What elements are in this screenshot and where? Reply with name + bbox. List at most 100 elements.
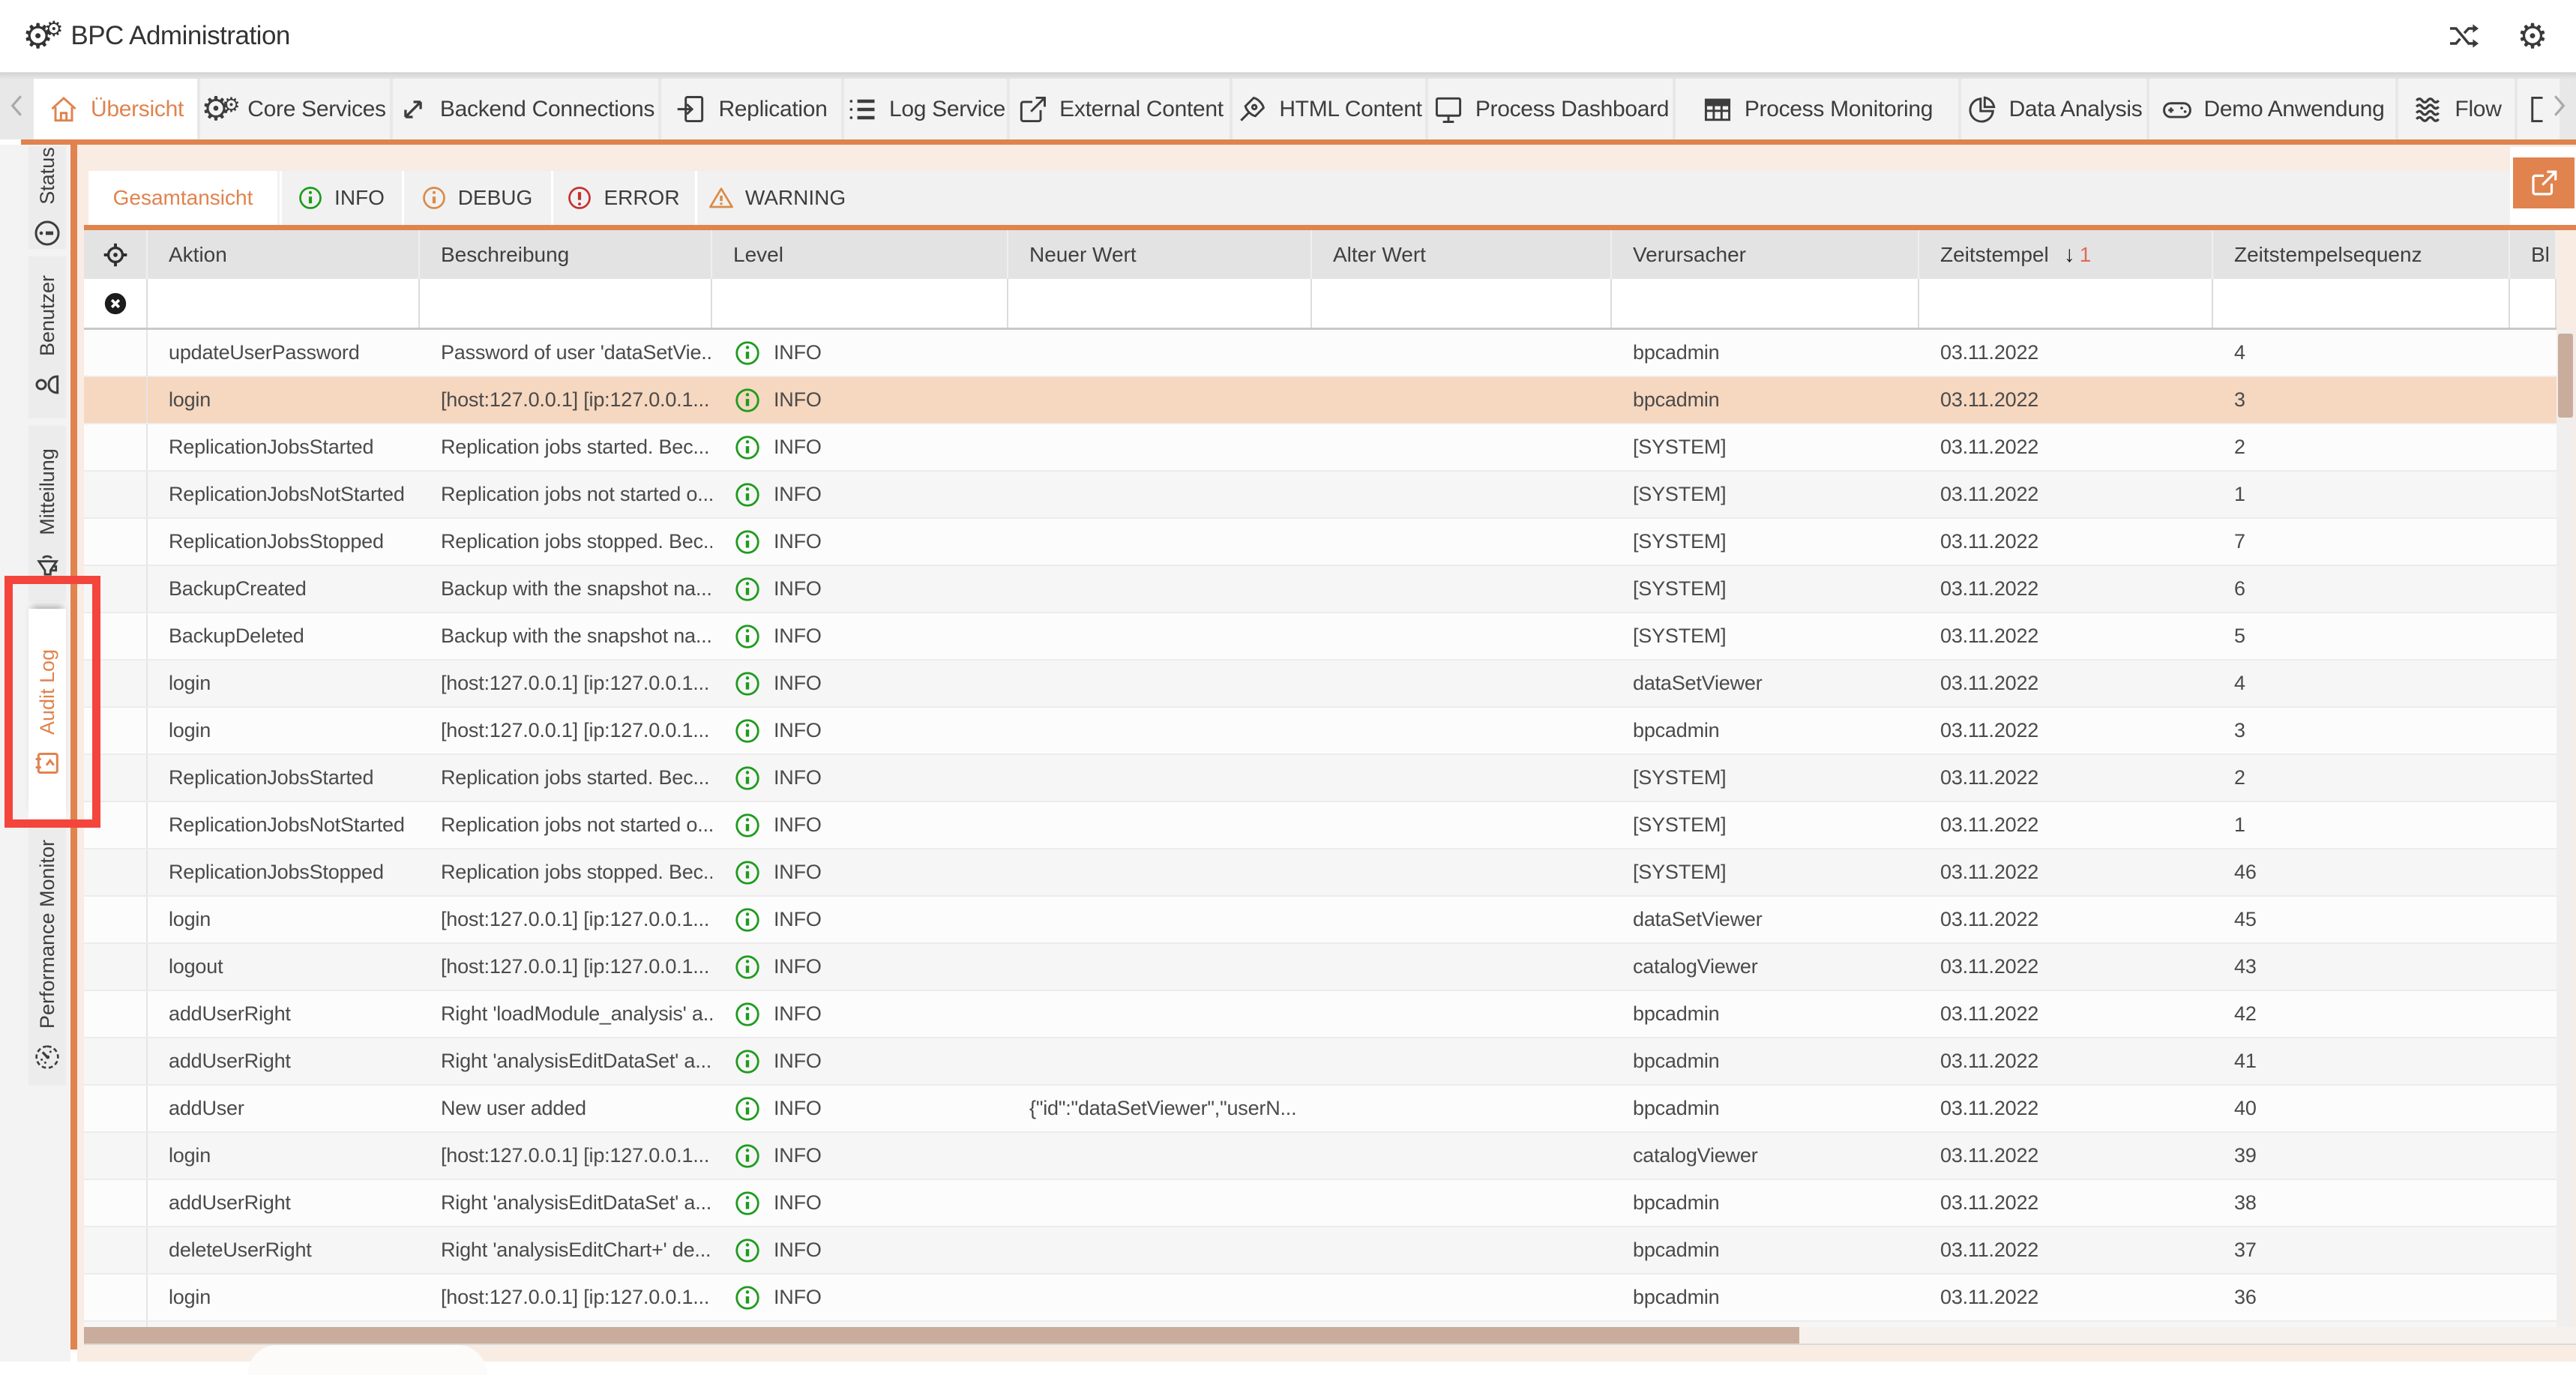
cell-neuer-wert xyxy=(1008,661,1312,706)
nav-tab-process-dashboard[interactable]: Process Dashboard xyxy=(1428,79,1673,139)
column-header-beschreibung[interactable]: Beschreibung xyxy=(420,230,712,279)
level-label: INFO xyxy=(774,1097,822,1120)
table-row[interactable]: ReplicationJobsStartedReplication jobs s… xyxy=(84,755,2557,802)
table-row[interactable]: BackupCreatedBackup with the snapshot na… xyxy=(84,566,2557,613)
log-filter-tab-info[interactable]: INFO xyxy=(280,171,400,225)
filter-cell-aktion[interactable] xyxy=(148,279,420,328)
table-row[interactable]: BackupDeletedBackup with the snapshot na… xyxy=(84,613,2557,661)
nav-tab-backend-connections[interactable]: Backend Connections xyxy=(393,79,658,139)
column-header-bl[interactable]: Bl xyxy=(2510,230,2557,279)
sidebar-item-performance-monitor[interactable]: Performance Monitor xyxy=(28,826,66,1086)
table-row[interactable]: login[host:127.0.0.1] [ip:127.0.0.1...IN… xyxy=(84,708,2557,755)
nav-scroll-right-chevron-icon[interactable] xyxy=(2545,72,2573,139)
level-label: INFO xyxy=(774,436,822,459)
cell-zeitstempelsequenz: 45 xyxy=(2213,897,2510,942)
table-row[interactable]: login[host:127.0.0.1] [ip:127.0.0.1...IN… xyxy=(84,1275,2557,1322)
nav-tab-replication[interactable]: Replication xyxy=(661,79,841,139)
column-header-select[interactable] xyxy=(84,230,148,279)
cell-verursacher: bpcadmin xyxy=(1612,1227,1919,1273)
nav-tab-label: Flow xyxy=(2455,97,2501,122)
filter-cell-select[interactable] xyxy=(84,279,148,328)
column-header-sequenz[interactable]: Zeitstempelsequenz xyxy=(2213,230,2510,279)
horizontal-scrollbar-thumb[interactable] xyxy=(84,1327,1799,1344)
table-row[interactable]: addUserRightRight 'loadModule_analysis' … xyxy=(84,991,2557,1038)
cell-verursacher: bpcadmin xyxy=(1612,1086,1919,1131)
cell-aktion: login xyxy=(148,661,420,706)
cell-level: INFO xyxy=(712,708,1008,753)
table-row[interactable]: ReplicationJobsStartedReplication jobs s… xyxy=(84,424,2557,472)
table-row[interactable]: login[host:127.0.0.1] [ip:127.0.0.1...IN… xyxy=(84,1133,2557,1180)
table-row[interactable]: login[host:127.0.0.1] [ip:127.0.0.1...ER… xyxy=(84,1322,2557,1327)
sidebar-item-audit-log[interactable]: Audit Log xyxy=(28,609,66,819)
cell-verursacher: dataSetViewer xyxy=(1612,661,1919,706)
nav-tab-core-services[interactable]: ⚙⚙Core Services xyxy=(200,79,390,139)
cell-aktion: BackupCreated xyxy=(148,566,420,612)
nav-tab-demo-anwendung[interactable]: Demo Anwendung xyxy=(2149,79,2395,139)
column-header-neuer_wert[interactable]: Neuer Wert xyxy=(1008,230,1312,279)
vertical-scrollbar[interactable] xyxy=(2557,330,2575,1327)
table-row[interactable]: addUserNew user addedINFO{"id":"dataSetV… xyxy=(84,1086,2557,1133)
vertical-scrollbar-thumb[interactable] xyxy=(2558,334,2573,418)
nav-tab-data-analysis[interactable]: Data Analysis xyxy=(1961,79,2146,139)
table-row[interactable]: login[host:127.0.0.1] [ip:127.0.0.1...IN… xyxy=(84,897,2557,944)
table-row[interactable]: logout[host:127.0.0.1] [ip:127.0.0.1...I… xyxy=(84,944,2557,991)
filter-cell-sequenz[interactable] xyxy=(2213,279,2510,328)
horizontal-scrollbar[interactable] xyxy=(84,1327,2576,1345)
clear-filter-icon[interactable] xyxy=(103,291,128,316)
filter-cell-zeitstempel[interactable] xyxy=(1919,279,2213,328)
sidebar-item-mitteilung[interactable]: Mitteilung xyxy=(28,426,66,601)
column-header-level[interactable]: Level xyxy=(712,230,1008,279)
table-row[interactable]: ReplicationJobsNotStartedReplication job… xyxy=(84,472,2557,519)
filter-cell-neuer_wert[interactable] xyxy=(1008,279,1312,328)
filter-cell-alter_wert[interactable] xyxy=(1312,279,1612,328)
table-row[interactable]: login[host:127.0.0.1] [ip:127.0.0.1...IN… xyxy=(84,661,2557,708)
cell-zeitstempelsequenz: 39 xyxy=(2213,1133,2510,1179)
table-row[interactable]: login[host:127.0.0.1] [ip:127.0.0.1...IN… xyxy=(84,377,2557,424)
megaphone-icon xyxy=(32,549,62,579)
cell-zeitstempelsequenz: 2 xyxy=(2213,755,2510,801)
table-row[interactable]: updateUserPasswordPassword of user 'data… xyxy=(84,330,2557,377)
info-circle-icon xyxy=(733,717,762,745)
nav-scroll-left-chevron-icon[interactable] xyxy=(3,72,31,139)
table-row[interactable]: addUserRightRight 'analysisEditDataSet' … xyxy=(84,1180,2557,1227)
settings-gear-icon[interactable]: ⚙ xyxy=(2515,18,2551,54)
pie-chart-icon xyxy=(1966,93,1999,126)
table-row[interactable]: ReplicationJobsStoppedReplication jobs s… xyxy=(84,519,2557,566)
sidebar-item-benutzer[interactable]: Benutzer xyxy=(28,256,66,418)
nav-tab-external-content[interactable]: External Content xyxy=(1010,79,1230,139)
sidebar-item-status[interactable]: Status xyxy=(28,146,66,249)
cell-level: INFO xyxy=(712,1038,1008,1084)
filter-cell-beschreibung[interactable] xyxy=(420,279,712,328)
cell-zeitstempelsequenz: 1 xyxy=(2213,802,2510,848)
cell-zeitstempel: 03.11.2022 xyxy=(1919,1180,2213,1226)
cell-bl xyxy=(2510,424,2557,470)
column-header-aktion[interactable]: Aktion xyxy=(148,230,420,279)
crosshair-icon[interactable] xyxy=(102,241,129,268)
cell-zeitstempel: 03.11.2022 xyxy=(1919,991,2213,1037)
log-filter-tab-debug[interactable]: DEBUG xyxy=(402,171,549,225)
filter-cell-level[interactable] xyxy=(712,279,1008,328)
log-filter-tab-error[interactable]: ERROR xyxy=(551,171,693,225)
table-row[interactable]: ReplicationJobsNotStartedReplication job… xyxy=(84,802,2557,849)
table-row[interactable]: deleteUserRightRight 'analysisEditChart+… xyxy=(84,1227,2557,1275)
open-external-button[interactable] xyxy=(2513,157,2575,208)
log-filter-tab-gesamtansicht[interactable]: Gesamtansicht xyxy=(88,171,277,225)
cell-select xyxy=(84,1322,148,1327)
cell-neuer-wert xyxy=(1008,519,1312,565)
column-header-alter_wert[interactable]: Alter Wert xyxy=(1312,230,1612,279)
filter-cell-verursacher[interactable] xyxy=(1612,279,1919,328)
nav-tab-process-monitoring[interactable]: Process Monitoring xyxy=(1676,79,1958,139)
column-header-verursacher[interactable]: Verursacher xyxy=(1612,230,1919,279)
filter-cell-bl[interactable] xyxy=(2510,279,2557,328)
shuffle-icon[interactable] xyxy=(2446,18,2482,54)
cell-verursacher: [SYSTEM] xyxy=(1612,802,1919,848)
table-row[interactable]: ReplicationJobsStoppedReplication jobs s… xyxy=(84,849,2557,897)
log-filter-tab-warning[interactable]: WARNING xyxy=(695,171,856,225)
nav-tab-log-service[interactable]: Log Service xyxy=(844,79,1007,139)
column-header-zeitstempel[interactable]: Zeitstempel↓1 xyxy=(1919,230,2213,279)
nav-tab-bersicht[interactable]: Übersicht xyxy=(34,79,197,139)
cell-zeitstempelsequenz: 3 xyxy=(2213,708,2510,753)
nav-tab-html-content[interactable]: HTML Content xyxy=(1233,79,1425,139)
table-row[interactable]: addUserRightRight 'analysisEditDataSet' … xyxy=(84,1038,2557,1086)
nav-tab-flow[interactable]: Flow xyxy=(2398,79,2515,139)
